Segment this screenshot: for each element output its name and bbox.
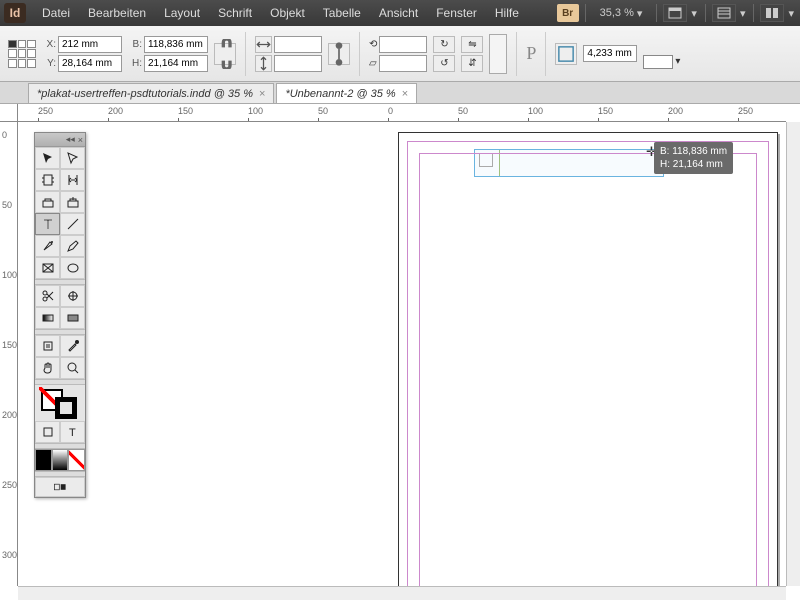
- line-tool[interactable]: [60, 213, 85, 235]
- gradient-swatch-tool[interactable]: [35, 307, 60, 329]
- formatting-container-icon[interactable]: [35, 421, 60, 443]
- y-input[interactable]: [58, 55, 122, 72]
- pen-tool[interactable]: [35, 235, 60, 257]
- close-icon[interactable]: ×: [402, 88, 408, 100]
- stroke-style[interactable]: [643, 55, 673, 69]
- shear-icon: ▱: [369, 58, 377, 69]
- scale-y-icon[interactable]: [255, 55, 272, 72]
- x-input[interactable]: [58, 36, 122, 53]
- rotate-icon: ⟲: [369, 39, 377, 50]
- document-tabs: *plakat-usertreffen-psdtutorials.indd @ …: [0, 82, 800, 104]
- stroke-swatch[interactable]: [55, 397, 77, 419]
- page[interactable]: [398, 132, 778, 586]
- constrain-scale-icon[interactable]: [328, 43, 350, 65]
- toolbox-header[interactable]: ◂◂×: [35, 133, 85, 147]
- eyedropper-tool[interactable]: [60, 335, 85, 357]
- close-icon[interactable]: ×: [259, 88, 265, 100]
- shear-input[interactable]: [379, 55, 427, 72]
- bridge-icon[interactable]: Br: [557, 4, 579, 22]
- screen-mode-icon[interactable]: [663, 4, 687, 22]
- doc-tab-2[interactable]: *Unbenannt-2 @ 35 %×: [276, 83, 417, 103]
- vertical-scrollbar[interactable]: [786, 122, 800, 586]
- selection-tool[interactable]: [35, 147, 60, 169]
- menu-tabelle[interactable]: Tabelle: [315, 3, 369, 23]
- zoom-level[interactable]: 35,3 %▾: [592, 7, 651, 20]
- ellipse-tool[interactable]: [60, 257, 85, 279]
- content-collector-tool[interactable]: [35, 191, 60, 213]
- menu-ansicht[interactable]: Ansicht: [371, 3, 426, 23]
- pencil-tool[interactable]: [60, 235, 85, 257]
- chevron-down-icon: ▾: [675, 56, 680, 67]
- note-tool[interactable]: [35, 335, 60, 357]
- apply-color[interactable]: [35, 449, 52, 471]
- content-placer-tool[interactable]: [60, 191, 85, 213]
- dimension-tooltip: B: 118,836 mm H: 21,164 mm: [654, 142, 733, 174]
- apply-none[interactable]: [68, 449, 85, 471]
- width-input[interactable]: [144, 36, 208, 53]
- menu-objekt[interactable]: Objekt: [262, 3, 313, 23]
- workspace: 250 200 150 100 50 0 50 100 150 200 250 …: [0, 104, 800, 600]
- flip-indicator: [489, 34, 507, 74]
- page-tool[interactable]: [35, 169, 60, 191]
- scale-x-icon[interactable]: [255, 36, 272, 53]
- text-frame[interactable]: [474, 149, 664, 177]
- hand-tool[interactable]: [35, 357, 60, 379]
- view-options-icon[interactable]: [712, 4, 736, 22]
- menu-hilfe[interactable]: Hilfe: [487, 3, 527, 23]
- select-container-icon[interactable]: [555, 43, 577, 65]
- fill-stroke-swatch[interactable]: [35, 385, 85, 421]
- rotate-cw-icon[interactable]: ↻: [433, 36, 455, 53]
- collapse-icon[interactable]: ◂◂: [66, 134, 75, 145]
- menu-datei[interactable]: Datei: [34, 3, 78, 23]
- stroke-weight-input[interactable]: [583, 45, 637, 62]
- scale-y-input[interactable]: [274, 55, 322, 72]
- doc-tab-1[interactable]: *plakat-usertreffen-psdtutorials.indd @ …: [28, 83, 274, 103]
- menu-layout[interactable]: Layout: [156, 3, 208, 23]
- reference-point[interactable]: [8, 40, 36, 68]
- close-icon[interactable]: ×: [78, 135, 83, 145]
- apply-gradient[interactable]: [52, 449, 69, 471]
- direct-selection-tool[interactable]: [60, 147, 85, 169]
- menu-bearbeiten[interactable]: Bearbeiten: [80, 3, 154, 23]
- height-input[interactable]: [144, 55, 208, 72]
- menu-fenster[interactable]: Fenster: [428, 3, 485, 23]
- control-bar: X: Y: B: H: ⟲ ▱ ↻ ↺ ⇋ ⇵ P ▾: [0, 26, 800, 82]
- menu-schrift[interactable]: Schrift: [210, 3, 260, 23]
- arrange-icon[interactable]: [760, 4, 784, 22]
- rotate-ccw-icon[interactable]: ↺: [433, 55, 455, 72]
- free-transform-tool[interactable]: [60, 285, 85, 307]
- flip-v-icon[interactable]: ⇵: [461, 55, 483, 72]
- flip-h-icon[interactable]: ⇋: [461, 36, 483, 53]
- constrain-icon[interactable]: [214, 43, 236, 65]
- view-mode-toggle[interactable]: [35, 477, 85, 497]
- canvas[interactable]: [18, 122, 786, 586]
- frame-in-port-icon[interactable]: [479, 153, 493, 167]
- type-tool[interactable]: [35, 213, 60, 235]
- rectangle-frame-tool[interactable]: [35, 257, 60, 279]
- gap-tool[interactable]: [60, 169, 85, 191]
- formatting-text-icon[interactable]: T: [60, 421, 85, 443]
- app-icon: Id: [4, 3, 26, 23]
- horizontal-ruler[interactable]: 250 200 150 100 50 0 50 100 150 200 250: [18, 104, 786, 122]
- scale-x-input[interactable]: [274, 36, 322, 53]
- svg-text:T: T: [69, 427, 76, 439]
- horizontal-scrollbar[interactable]: [18, 586, 786, 600]
- scissors-tool[interactable]: [35, 285, 60, 307]
- gradient-feather-tool[interactable]: [60, 307, 85, 329]
- zoom-tool[interactable]: [60, 357, 85, 379]
- rotate-input[interactable]: [379, 36, 427, 53]
- chevron-down-icon: ▾: [637, 7, 643, 20]
- ruler-origin[interactable]: [0, 104, 18, 122]
- vertical-ruler[interactable]: 0 50 100 150 200 250 300: [0, 122, 18, 586]
- character-panel-icon[interactable]: P: [526, 43, 536, 64]
- menu-bar: Id Datei Bearbeiten Layout Schrift Objek…: [0, 0, 800, 26]
- toolbox: ◂◂× T: [34, 132, 86, 498]
